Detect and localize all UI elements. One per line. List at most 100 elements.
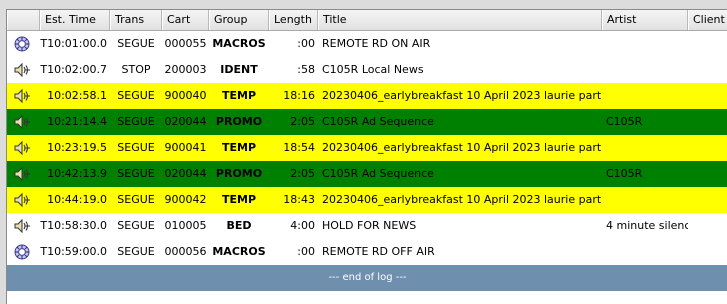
artist-cell: [602, 239, 688, 265]
cart-cell: 900040: [164, 89, 207, 102]
speaker-icon: [13, 166, 31, 182]
length-cell: 2:05: [290, 167, 315, 180]
log-row[interactable]: 10:02:58.1 SEGUE 900040 TEMP 18:16 20230…: [7, 83, 727, 109]
column-header-client[interactable]: Client: [688, 10, 727, 30]
column-header-est-time[interactable]: Est. Time: [40, 10, 110, 30]
column-header-group[interactable]: Group: [209, 10, 269, 30]
est-time-cell: T10:58:30.0: [40, 219, 107, 232]
title-cell: REMOTE RD ON AIR: [322, 37, 431, 50]
title-cell: C105R Local News: [322, 63, 424, 76]
macro-icon: [13, 36, 31, 52]
group-cell: MACROS: [212, 245, 266, 258]
column-header-trans[interactable]: Trans: [110, 10, 162, 30]
cart-cell: 020044: [164, 167, 207, 180]
artist-cell: [602, 83, 688, 109]
column-header-length[interactable]: Length: [269, 10, 318, 30]
group-cell: TEMP: [221, 141, 257, 154]
trans-cell: SEGUE: [117, 167, 155, 180]
log-row[interactable]: T10:01:00.0 SEGUE 000055 MACROS :00 REMO…: [7, 31, 727, 57]
trans-cell: SEGUE: [117, 245, 155, 258]
artist-cell: [602, 31, 688, 57]
artist-cell: [602, 135, 688, 161]
end-of-log-bar: --- end of log ---: [7, 265, 727, 291]
column-header-bar: Est. Time Trans Cart Group Length Title …: [7, 10, 727, 31]
log-row[interactable]: T10:58:30.0 SEGUE 010005 BED 4:00 HOLD F…: [7, 213, 727, 239]
trans-cell: SEGUE: [117, 141, 155, 154]
est-time-cell: T10:59:00.0: [40, 245, 107, 258]
client-cell: [688, 239, 727, 265]
est-time-cell: 10:23:19.5: [47, 141, 107, 154]
est-time-cell: T10:02:00.7: [40, 63, 107, 76]
group-cell: PROMO: [215, 115, 263, 128]
artist-cell: C105R: [606, 167, 643, 180]
length-cell: :00: [297, 37, 315, 50]
log-row[interactable]: 10:42:13.9 SEGUE 020044 PROMO 2:05 C105R…: [7, 161, 727, 187]
cart-cell: 000055: [164, 37, 207, 50]
artist-cell: [602, 57, 688, 83]
est-time-cell: 10:42:13.9: [47, 167, 107, 180]
length-cell: :00: [297, 245, 315, 258]
title-cell: 20230406_earlybreakfast 10 April 2023 la…: [322, 141, 602, 154]
speaker-icon: [13, 192, 31, 208]
log-row[interactable]: T10:59:00.0 SEGUE 000056 MACROS :00 REMO…: [7, 239, 727, 265]
cart-cell: 900042: [164, 193, 207, 206]
title-cell: REMOTE RD OFF AIR: [322, 245, 435, 258]
group-cell: BED: [226, 219, 252, 232]
client-cell: [688, 83, 727, 109]
trans-cell: SEGUE: [117, 115, 155, 128]
cart-cell: 020044: [164, 115, 207, 128]
est-time-cell: T10:01:00.0: [40, 37, 107, 50]
artist-cell: C105R: [606, 115, 643, 128]
speaker-icon: [13, 88, 31, 104]
group-cell: TEMP: [221, 89, 257, 102]
macro-icon: [13, 244, 31, 260]
column-header-title[interactable]: Title: [318, 10, 602, 30]
client-cell: [688, 161, 727, 187]
length-cell: 2:05: [290, 115, 315, 128]
cart-cell: 010005: [164, 219, 207, 232]
group-cell: PROMO: [215, 167, 263, 180]
client-cell: [688, 135, 727, 161]
artist-cell: [602, 187, 688, 213]
column-header-cart[interactable]: Cart: [162, 10, 209, 30]
log-row[interactable]: T10:02:00.7 STOP 200003 IDENT :58 C105R …: [7, 57, 727, 83]
column-header-artist[interactable]: Artist: [602, 10, 688, 30]
column-header-icon[interactable]: [7, 10, 40, 30]
est-time-cell: 10:21:14.4: [47, 115, 107, 128]
est-time-cell: 10:44:19.0: [47, 193, 107, 206]
client-cell: [688, 213, 727, 239]
cart-cell: 200003: [164, 63, 207, 76]
title-cell: C105R Ad Sequence: [322, 115, 434, 128]
speaker-icon: [13, 140, 31, 156]
speaker-icon: [13, 218, 31, 234]
log-list[interactable]: Est. Time Trans Cart Group Length Title …: [6, 9, 727, 304]
trans-cell: STOP: [121, 63, 151, 76]
client-cell: [688, 187, 727, 213]
title-cell: 20230406_earlybreakfast 10 April 2023 la…: [322, 89, 602, 102]
trans-cell: SEGUE: [117, 37, 155, 50]
length-cell: 18:43: [283, 193, 315, 206]
est-time-cell: 10:02:58.1: [47, 89, 107, 102]
group-cell: MACROS: [212, 37, 266, 50]
log-row[interactable]: 10:21:14.4 SEGUE 020044 PROMO 2:05 C105R…: [7, 109, 727, 135]
length-cell: 4:00: [290, 219, 315, 232]
group-cell: IDENT: [220, 63, 258, 76]
trans-cell: SEGUE: [117, 89, 155, 102]
cart-cell: 000056: [164, 245, 207, 258]
client-cell: [688, 109, 727, 135]
title-cell: 20230406_earlybreakfast 10 April 2023 la…: [322, 193, 602, 206]
title-cell: HOLD FOR NEWS: [322, 219, 417, 232]
speaker-icon: [13, 114, 31, 130]
artist-cell: 4 minute silence: [606, 219, 688, 232]
length-cell: :58: [297, 63, 315, 76]
trans-cell: SEGUE: [117, 193, 155, 206]
title-cell: C105R Ad Sequence: [322, 167, 434, 180]
trans-cell: SEGUE: [117, 219, 155, 232]
log-row[interactable]: 10:44:19.0 SEGUE 900042 TEMP 18:43 20230…: [7, 187, 727, 213]
length-cell: 18:54: [283, 141, 315, 154]
client-cell: [688, 31, 727, 57]
log-row[interactable]: 10:23:19.5 SEGUE 900041 TEMP 18:54 20230…: [7, 135, 727, 161]
speaker-icon: [13, 62, 31, 78]
cart-cell: 900041: [164, 141, 207, 154]
length-cell: 18:16: [283, 89, 315, 102]
